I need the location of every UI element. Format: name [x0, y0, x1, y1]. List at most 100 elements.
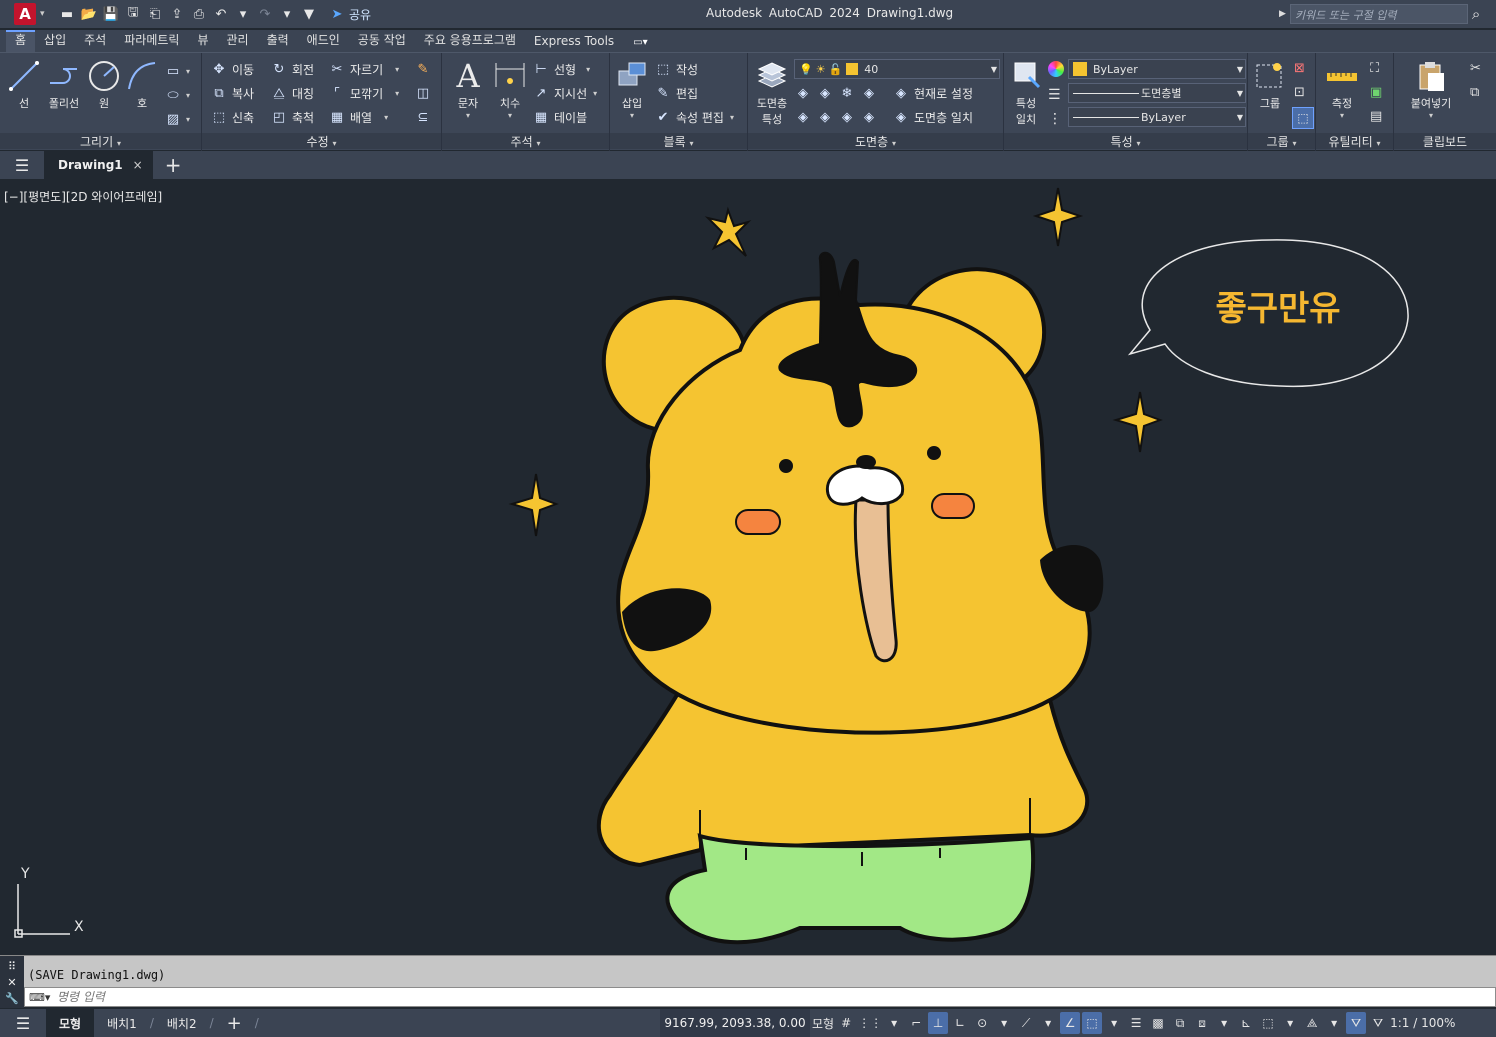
polyline-button[interactable]: 폴리선: [44, 59, 84, 111]
tab-5[interactable]: 관리: [217, 30, 257, 52]
gizmo-icon[interactable]: ⟁: [1302, 1012, 1322, 1034]
save-icon[interactable]: 💾: [102, 5, 120, 23]
layer-on-icon[interactable]: ◈: [794, 108, 812, 126]
explode-button[interactable]: ◫: [414, 83, 432, 103]
measure-button[interactable]: 측정 ▾: [1322, 59, 1362, 120]
redo-dropdown-icon[interactable]: ▾: [278, 5, 296, 23]
layout-menu-icon[interactable]: ☰: [0, 1014, 46, 1033]
tab-drawing1[interactable]: Drawing1 ×: [44, 151, 153, 179]
array-button[interactable]: ▦ 배열 ▾: [328, 107, 388, 127]
close-command-icon[interactable]: ✕: [7, 976, 16, 989]
grid-icon[interactable]: #: [836, 1012, 856, 1034]
open-web-icon[interactable]: ⎗: [146, 5, 164, 23]
save-web-icon[interactable]: ⇪: [168, 5, 186, 23]
isometric-icon[interactable]: ⟋: [1016, 1012, 1036, 1034]
hatch-button[interactable]: ▨ ▾: [164, 109, 190, 129]
erase-button[interactable]: ✎: [414, 59, 432, 79]
copy-clip-icon[interactable]: ⧉: [1470, 85, 1479, 100]
layer-properties-button[interactable]: 도면층 특성: [752, 59, 792, 127]
arc-button[interactable]: 호: [122, 59, 162, 111]
group-edit-icon[interactable]: ⊡: [1294, 85, 1305, 100]
transparency-icon[interactable]: ▩: [1148, 1012, 1168, 1034]
save-as-icon[interactable]: 🖫: [124, 5, 142, 23]
ortho-icon[interactable]: ∟: [950, 1012, 970, 1034]
undo-icon[interactable]: ↶: [212, 5, 230, 23]
3d-osnap-icon[interactable]: ⧈: [1192, 1012, 1212, 1034]
set-current-button[interactable]: ◈ 현재로 설정: [892, 83, 973, 103]
rectangle-button[interactable]: ▭ ▾: [164, 61, 190, 81]
customize-qat-icon[interactable]: ▼: [300, 5, 318, 23]
tab-2[interactable]: 주석: [75, 30, 115, 52]
layer-dropdown[interactable]: 💡 ☀ 🔓 40 ▼: [794, 59, 1000, 79]
object-snap-tracking-icon[interactable]: ∠: [1060, 1012, 1081, 1034]
utilities-panel-title[interactable]: 유틸리티 ▾: [1316, 133, 1393, 149]
paste-button[interactable]: 붙여넣기 ▾: [1406, 59, 1456, 120]
trim-button[interactable]: ✂ 자르기 ▾: [328, 59, 400, 79]
layer-lock-icon[interactable]: ◈: [860, 84, 878, 102]
properties-panel-title[interactable]: 특성 ▾: [1004, 133, 1247, 149]
dynamic-input-icon[interactable]: ⊥: [928, 1012, 949, 1034]
text-button[interactable]: A 문자 ▾: [448, 57, 488, 120]
application-menu-button[interactable]: A ▾: [14, 3, 45, 25]
command-window-grip[interactable]: ⠿ ✕ 🔧: [0, 956, 24, 1008]
ellipse-button[interactable]: ⬭ ▾: [164, 85, 190, 105]
tab-1[interactable]: 삽입: [35, 30, 75, 52]
fillet-button[interactable]: ⌜ 모깎기 ▾: [328, 83, 399, 103]
tab-4[interactable]: 뷰: [188, 30, 217, 52]
layer-unisolate-icon[interactable]: ◈: [816, 108, 834, 126]
quick-select-icon[interactable]: ⛶: [1370, 61, 1379, 76]
leader-button[interactable]: ↗ 지시선 ▾: [532, 83, 598, 103]
block-panel-title[interactable]: 블록 ▾: [610, 133, 747, 149]
infer-constraints-icon[interactable]: ⌐: [906, 1012, 926, 1034]
match-layer-button[interactable]: ◈ 도면층 일치: [892, 107, 973, 127]
dropdown-icon[interactable]: ▾: [1324, 1012, 1344, 1034]
dropdown-icon[interactable]: ▾: [884, 1012, 904, 1034]
layer-isolate-icon[interactable]: ◈: [816, 84, 834, 102]
layers-panel-title[interactable]: 도면층 ▾: [748, 133, 1003, 149]
redo-icon[interactable]: ↷: [256, 5, 274, 23]
lineweight-toggle-icon[interactable]: ☰: [1126, 1012, 1146, 1034]
linetype-icon[interactable]: ☰: [1048, 87, 1061, 103]
table-button[interactable]: ▦ 테이블: [532, 107, 587, 127]
move-button[interactable]: ✥ 이동: [210, 59, 255, 79]
annotation-panel-title[interactable]: 주석 ▾: [442, 133, 609, 149]
create-block-button[interactable]: ⬚ 작성: [654, 59, 698, 79]
open-folder-icon[interactable]: 📂: [80, 5, 98, 23]
add-layout-icon[interactable]: +: [214, 1009, 255, 1037]
selection-filter-icon[interactable]: ⬚: [1258, 1012, 1278, 1034]
dynamic-ucs-icon[interactable]: ⊾: [1236, 1012, 1256, 1034]
rotate-button[interactable]: ↻ 회전: [270, 59, 315, 79]
tab-9[interactable]: 주요 응용프로그램: [415, 30, 525, 52]
dropdown-icon[interactable]: ▾: [1104, 1012, 1124, 1034]
customize-command-icon[interactable]: 🔧: [5, 992, 19, 1005]
close-tab-icon[interactable]: ×: [133, 158, 143, 172]
ribbon-minimize-icon[interactable]: ▭▾: [633, 37, 647, 52]
dropdown-icon[interactable]: ▾: [1214, 1012, 1234, 1034]
annotation-scale[interactable]: 1:1 / 100%: [1390, 1012, 1455, 1034]
dropdown-icon[interactable]: ▾: [1038, 1012, 1058, 1034]
ungroup-icon[interactable]: ⊠: [1294, 61, 1305, 76]
tab-6[interactable]: 출력: [258, 30, 298, 52]
offset-button[interactable]: ⊆: [414, 107, 432, 127]
stretch-button[interactable]: ⬚ 신축: [210, 107, 254, 127]
search-input[interactable]: 키워드 또는 구절 입력: [1289, 4, 1468, 24]
new-file-icon[interactable]: ▬: [58, 5, 76, 23]
tab-8[interactable]: 공동 작업: [349, 30, 415, 52]
polar-tracking-icon[interactable]: ⊙: [972, 1012, 992, 1034]
grip-icon[interactable]: ⠿: [8, 960, 16, 973]
layer-unlock-icon[interactable]: ◈: [860, 108, 878, 126]
expand-arrow-icon[interactable]: ▶: [1279, 9, 1286, 19]
start-menu-icon[interactable]: ☰: [0, 156, 44, 175]
select-all-icon[interactable]: ▣: [1370, 85, 1382, 100]
scale-button[interactable]: ◰ 축척: [270, 107, 314, 127]
color-dropdown[interactable]: ByLayer ▼: [1068, 59, 1246, 79]
coordinates-readout[interactable]: 9167.99, 2093.38, 0.00: [660, 1009, 810, 1037]
linear-dim-button[interactable]: ⊢ 선형 ▾: [532, 59, 590, 79]
circle-button[interactable]: 원: [84, 59, 124, 111]
tab-model[interactable]: 모형: [46, 1009, 95, 1037]
layer-off-icon[interactable]: ◈: [794, 84, 812, 102]
edit-block-button[interactable]: ✎ 편집: [654, 83, 699, 103]
cut-icon[interactable]: ✂: [1470, 61, 1481, 76]
match-properties-button[interactable]: 특성 일치: [1006, 59, 1046, 127]
drawing-canvas[interactable]: 좋구만유 Y X: [0, 179, 1496, 954]
